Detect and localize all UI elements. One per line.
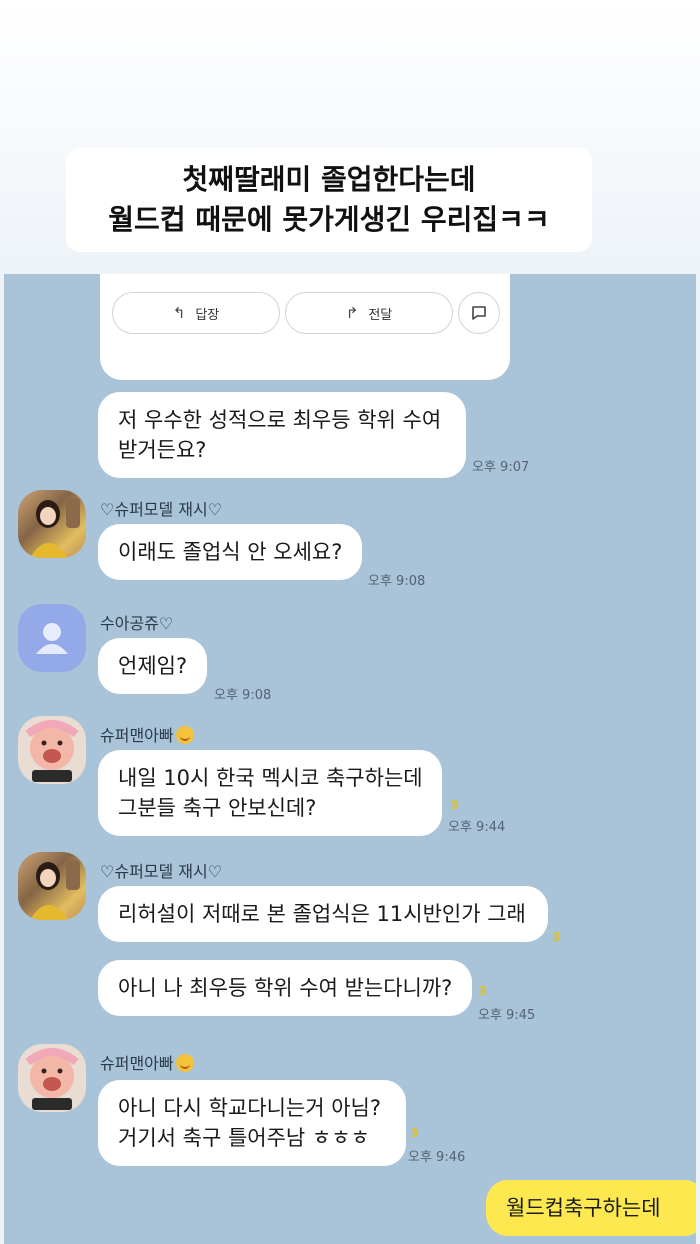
message-bubble[interactable]: 아니 다시 학교다니는거 아님? 거기서 축구 틀어주남 ㅎㅎㅎ xyxy=(98,1080,406,1166)
profile-photo xyxy=(18,852,86,920)
message-bubble[interactable]: 아니 나 최우등 학위 수여 받는다니까? xyxy=(98,960,472,1016)
avatar[interactable] xyxy=(18,852,86,920)
caption-box: 첫째딸래미 졸업한다는데 월드컵 때문에 못가게생긴 우리집ㅋㅋ xyxy=(66,148,592,252)
message-text: 아니 다시 학교다니는거 아님? xyxy=(118,1096,382,1120)
message-time: 오후 9:45 xyxy=(478,1008,536,1023)
caption-line-2: 월드컵 때문에 못가게생긴 우리집ㅋㅋ xyxy=(108,203,550,236)
avatar[interactable] xyxy=(18,716,86,784)
smiling-face-emoji-icon xyxy=(175,726,194,744)
reply-arrow-icon: ↰ xyxy=(172,304,186,322)
sender-name: 슈퍼맨아빠 xyxy=(100,1050,194,1074)
unread-count: 3 xyxy=(450,798,459,812)
message-time: 오후 9:08 xyxy=(214,688,272,703)
profile-photo xyxy=(25,1048,79,1110)
message-bubble[interactable]: 언제임? xyxy=(98,638,208,694)
message-text: 리허설이 저때로 본 졸업식은 11시반인가 그래 xyxy=(118,902,526,926)
message-bubble[interactable]: 이래도 졸업식 안 오세요? xyxy=(98,524,363,580)
message-text: 저 우수한 성적으로 최우등 학위 수여 xyxy=(118,408,442,432)
message-time: 오후 9:46 xyxy=(408,1150,466,1165)
chat-area[interactable]: ↰ 답장 ↱ 전달 저 우수한 성적으로 최우등 학위 수여 받거든요? 오후 … xyxy=(4,274,696,1244)
unread-count: 3 xyxy=(552,930,561,944)
sender-name: 슈퍼맨아빠 xyxy=(100,722,194,746)
sender-name: ♡슈퍼모델 재시♡ xyxy=(100,500,223,519)
message-bubble[interactable]: 내일 10시 한국 멕시코 축구하는데 그분들 축구 안보신데? xyxy=(98,750,442,836)
avatar[interactable] xyxy=(18,604,86,672)
shared-message-card[interactable]: ↰ 답장 ↱ 전달 xyxy=(100,274,510,380)
forward-arrow-icon: ↱ xyxy=(345,304,359,322)
speech-bubble-icon xyxy=(472,306,486,320)
smiling-face-emoji-icon xyxy=(175,1054,194,1072)
sender-name-text: 슈퍼맨아빠 xyxy=(100,726,174,745)
sender-name-text: 슈퍼맨아빠 xyxy=(100,1054,174,1073)
reply-button[interactable]: ↰ 답장 xyxy=(112,292,280,334)
message-bubble[interactable]: 리허설이 저때로 본 졸업식은 11시반인가 그래 xyxy=(98,886,548,942)
message-text: 월드컵축구하는데 xyxy=(506,1196,661,1220)
comment-button[interactable] xyxy=(458,292,500,334)
forward-label: 전달 xyxy=(368,307,393,323)
sender-name: 수아공쥬♡ xyxy=(100,614,174,633)
message-text: 아니 나 최우등 학위 수여 받는다니까? xyxy=(118,976,453,1000)
message-bubble[interactable]: 저 우수한 성적으로 최우등 학위 수여 받거든요? xyxy=(98,392,466,478)
caption-line-1: 첫째딸래미 졸업한다는데 xyxy=(182,163,476,196)
profile-photo xyxy=(18,490,86,558)
message-text: 이래도 졸업식 안 오세요? xyxy=(118,540,343,564)
profile-photo xyxy=(25,720,79,782)
message-text: 언제임? xyxy=(118,654,188,678)
message-text: 그분들 축구 안보신데? xyxy=(118,796,317,820)
message-time: 오후 9:07 xyxy=(472,460,530,475)
message-text: 거기서 축구 틀어주남 ㅎㅎㅎ xyxy=(118,1126,370,1150)
avatar[interactable] xyxy=(18,490,86,558)
unread-count: 3 xyxy=(410,1126,419,1140)
message-text: 내일 10시 한국 멕시코 축구하는데 xyxy=(118,766,423,790)
reply-label: 답장 xyxy=(195,307,220,323)
avatar[interactable] xyxy=(18,1044,86,1112)
my-message-bubble[interactable]: 월드컵축구하는데 xyxy=(486,1180,696,1236)
message-time: 오후 9:08 xyxy=(368,574,426,589)
default-profile-icon xyxy=(36,623,68,654)
sender-name: ♡슈퍼모델 재시♡ xyxy=(100,862,223,881)
forward-button[interactable]: ↱ 전달 xyxy=(285,292,453,334)
message-text: 받거든요? xyxy=(118,438,207,462)
message-time: 오후 9:44 xyxy=(448,820,506,835)
unread-count: 3 xyxy=(478,984,487,998)
